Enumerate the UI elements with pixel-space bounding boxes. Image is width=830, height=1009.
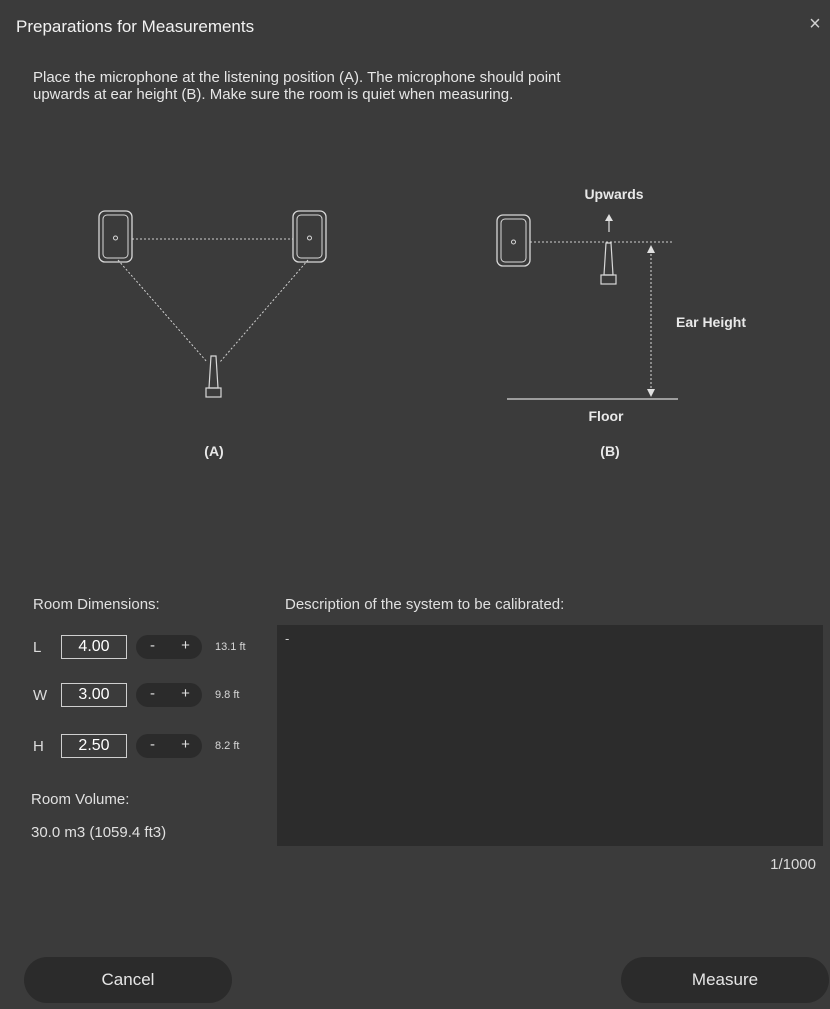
speaker-icon [98,210,133,263]
dimension-feet: 13.1 ft [215,641,246,653]
length-stepper: - + [136,635,202,659]
dimension-feet: 9.8 ft [215,689,240,701]
cancel-button[interactable]: Cancel [24,957,232,1003]
decrement-button[interactable]: - [136,635,169,659]
diagram-a: (A) [98,210,327,459]
diagram-b: Upwards Ear Height Floor (B) [496,186,746,459]
speaker-icon [292,210,327,263]
description-textarea[interactable]: - [277,625,823,846]
dialog-title: Preparations for Measurements [16,17,255,36]
diagram-b-caption: (B) [600,443,619,459]
character-count: 1/1000 [770,856,816,873]
placement-diagram: (A) Upwards Ear Height Floor (B) [98,186,746,459]
dimension-letter: H [33,738,44,755]
instructions-line-1: Place the microphone at the listening po… [33,69,561,86]
arrow-up-icon [605,214,613,232]
dimension-row-length: L - + 13.1 ft [33,635,273,661]
upwards-label: Upwards [584,186,643,202]
close-icon[interactable]: × [804,13,826,35]
increment-button[interactable]: + [169,734,202,758]
instructions-text: Place the microphone at the listening po… [33,69,733,103]
room-volume-value: 30.0 m3 (1059.4 ft3) [31,824,167,841]
description-label: Description of the system to be calibrat… [285,596,565,613]
speaker-icon [496,214,531,267]
measure-button[interactable]: Measure [621,957,829,1003]
decrement-button[interactable]: - [136,683,169,707]
dimension-row-width: W - + 9.8 ft [33,683,273,709]
length-input[interactable] [61,635,127,659]
width-stepper: - + [136,683,202,707]
increment-button[interactable]: + [169,683,202,707]
dashed-line-right [219,259,309,363]
dimension-letter: W [33,687,48,704]
dimension-feet: 8.2 ft [215,740,240,752]
dimension-row-height: H - + 8.2 ft [33,734,273,760]
dimension-letter: L [33,639,42,656]
ear-height-dimension [647,245,655,397]
ear-height-label: Ear Height [676,314,746,330]
room-volume-label: Room Volume: [31,791,130,808]
height-stepper: - + [136,734,202,758]
room-dimensions-label: Room Dimensions: [33,596,160,613]
increment-button[interactable]: + [169,635,202,659]
height-input[interactable] [61,734,127,758]
floor-label: Floor [589,408,625,424]
microphone-icon [600,242,617,285]
microphone-icon [205,355,222,398]
diagram-a-caption: (A) [204,443,223,459]
measurement-preparation-dialog: Preparations for Measurements × Place th… [0,0,830,1009]
instructions-line-2: upwards at ear height (B). Make sure the… [33,86,514,103]
decrement-button[interactable]: - [136,734,169,758]
dashed-line-left [117,259,208,363]
width-input[interactable] [61,683,127,707]
